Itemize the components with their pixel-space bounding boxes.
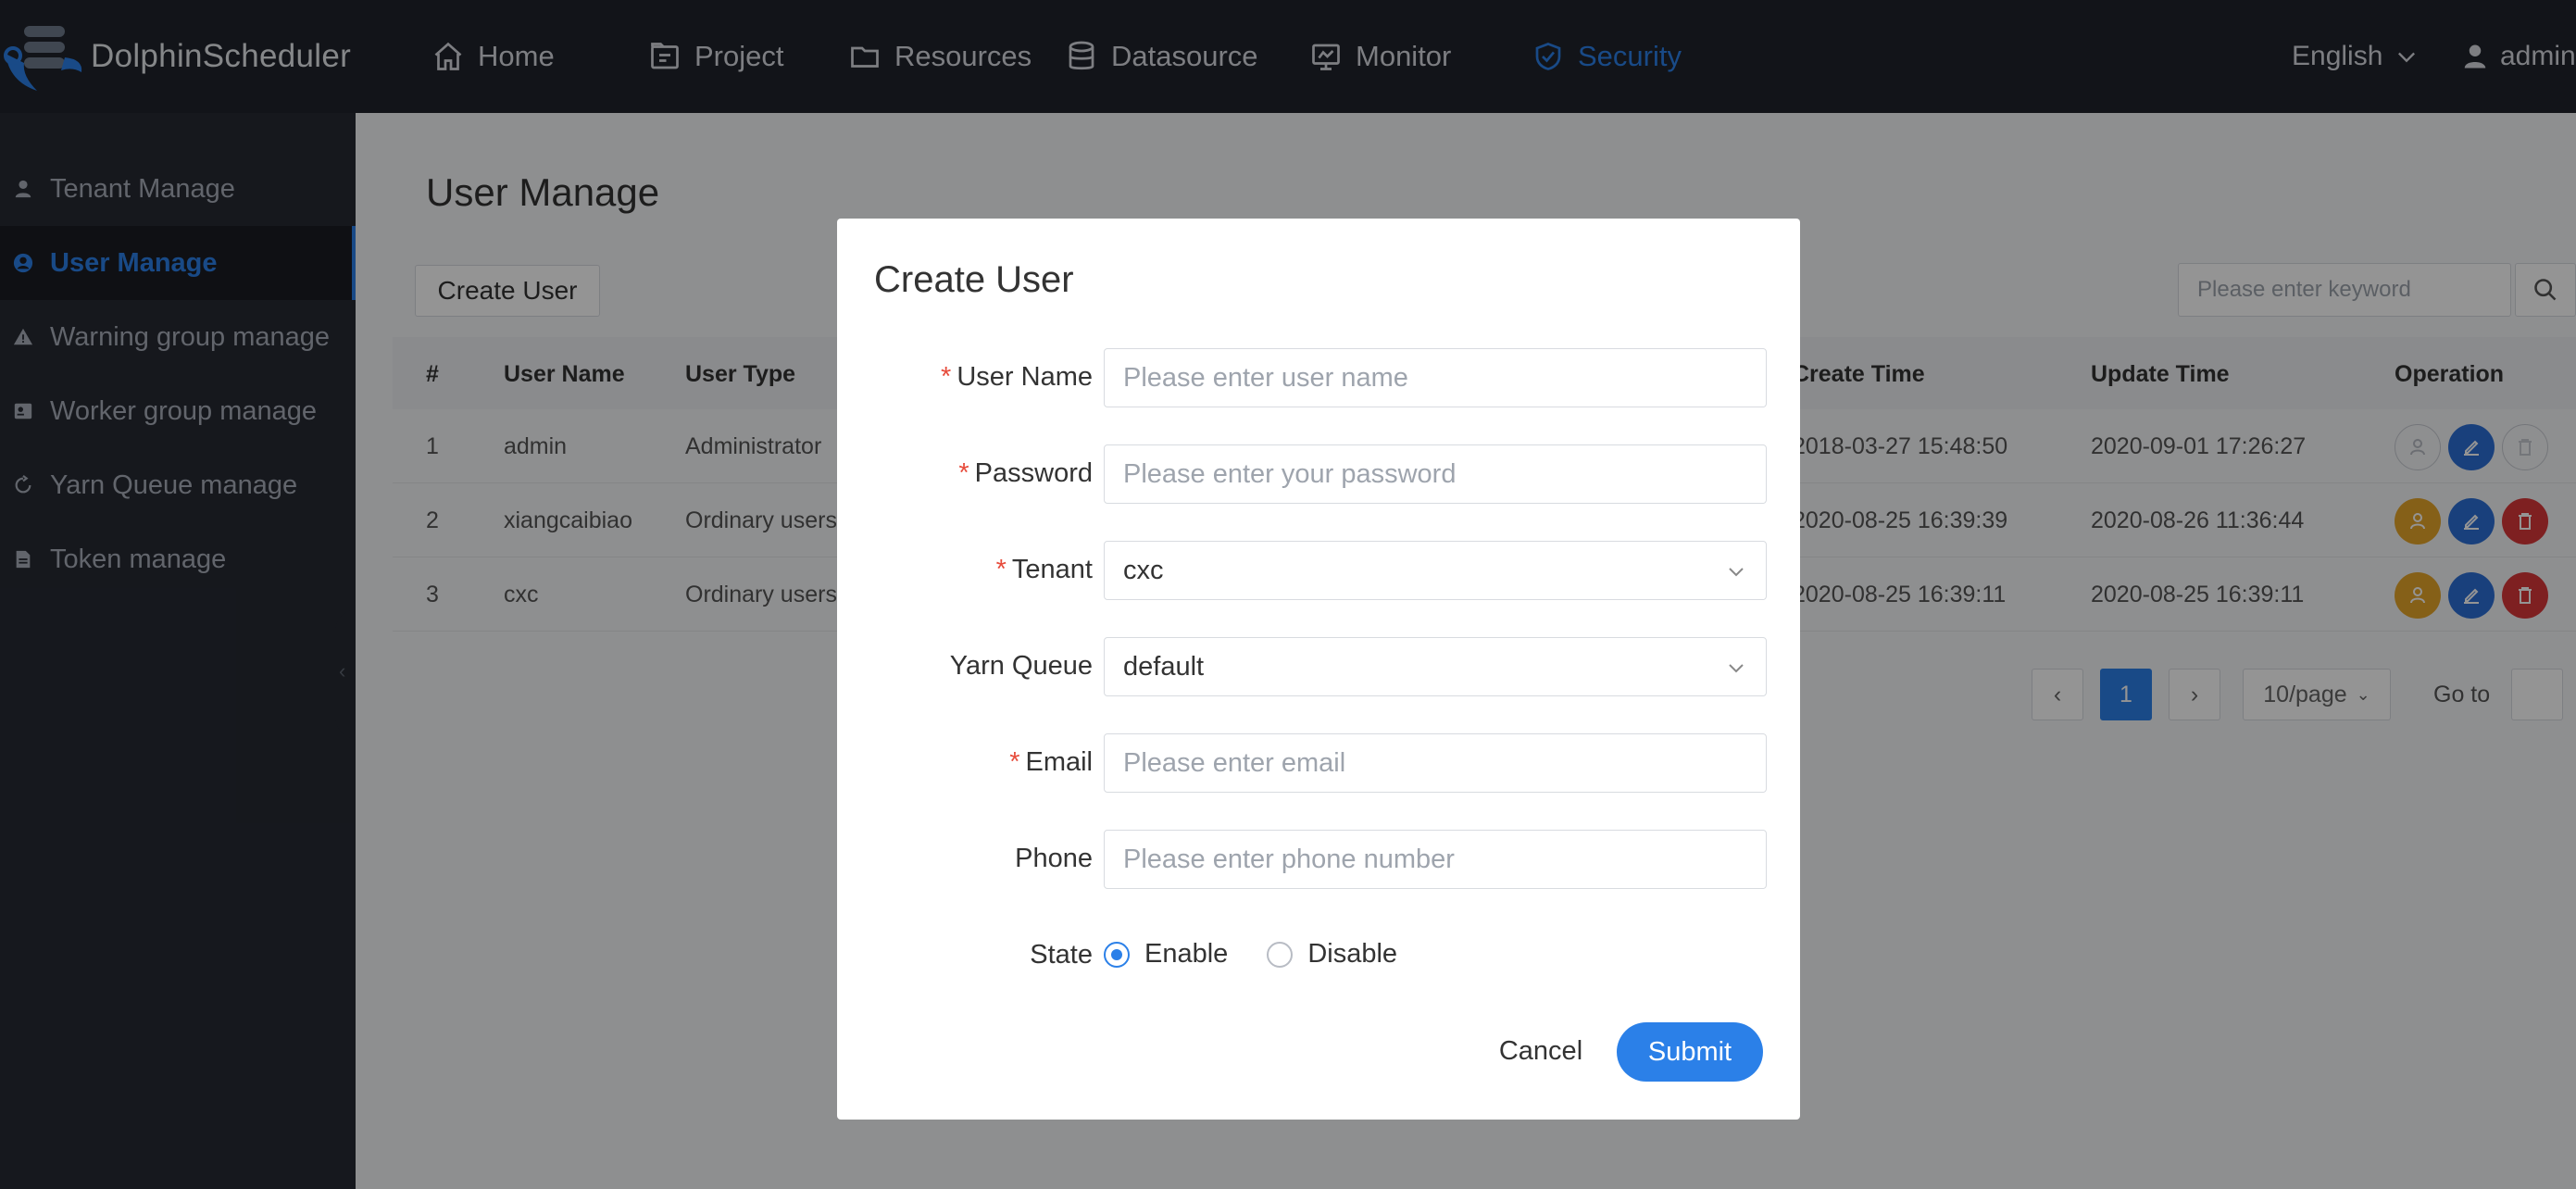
chevron-down-icon: [1729, 664, 1744, 673]
yarn-queue-label: Yarn Queue: [949, 651, 1093, 681]
user-name-input[interactable]: Please enter user name: [1104, 348, 1767, 407]
form-row-email: * Email Please enter email: [837, 733, 1800, 793]
form-row-state: State Enable Disable: [837, 926, 1800, 985]
user-name-label: * User Name: [941, 362, 1093, 392]
tenant-select[interactable]: cxc: [1104, 541, 1767, 600]
submit-button[interactable]: Submit: [1617, 1022, 1763, 1082]
cancel-button[interactable]: Cancel: [1485, 1022, 1596, 1080]
form-row-user-name: * User Name Please enter user name: [837, 348, 1800, 407]
form-row-tenant: * Tenant cxc: [837, 541, 1800, 600]
required-marker: *: [958, 458, 969, 488]
state-radio-group: Enable Disable: [1104, 939, 1436, 970]
state-label: State: [1030, 940, 1093, 970]
state-enable-radio[interactable]: [1104, 941, 1130, 968]
form-row-phone: Phone Please enter phone number: [837, 830, 1800, 889]
phone-label: Phone: [1015, 844, 1093, 873]
password-label: * Password: [958, 458, 1093, 488]
form-row-yarn-queue: Yarn Queue default: [837, 637, 1800, 696]
yarn-queue-select[interactable]: default: [1104, 637, 1767, 696]
chevron-down-icon: [1729, 568, 1744, 577]
state-disable-radio[interactable]: [1267, 941, 1294, 968]
tenant-label: * Tenant: [995, 555, 1093, 584]
email-field[interactable]: Please enter email: [1104, 733, 1767, 793]
yarn-queue-value: default: [1123, 651, 1205, 682]
password-input[interactable]: Please enter your password: [1104, 444, 1767, 504]
required-marker: *: [1009, 747, 1020, 777]
state-disable-label[interactable]: Disable: [1307, 939, 1397, 970]
required-marker: *: [941, 362, 952, 392]
create-user-dialog: Create User * User Name Please enter user…: [837, 219, 1800, 1120]
phone-field[interactable]: Please enter phone number: [1104, 830, 1767, 889]
tenant-value: cxc: [1123, 555, 1164, 585]
required-marker: *: [995, 555, 1007, 584]
form-row-password: * Password Please enter your password: [837, 444, 1800, 504]
email-label: * Email: [1009, 747, 1093, 777]
dialog-title: Create User: [874, 259, 1074, 300]
state-enable-label[interactable]: Enable: [1144, 939, 1228, 970]
